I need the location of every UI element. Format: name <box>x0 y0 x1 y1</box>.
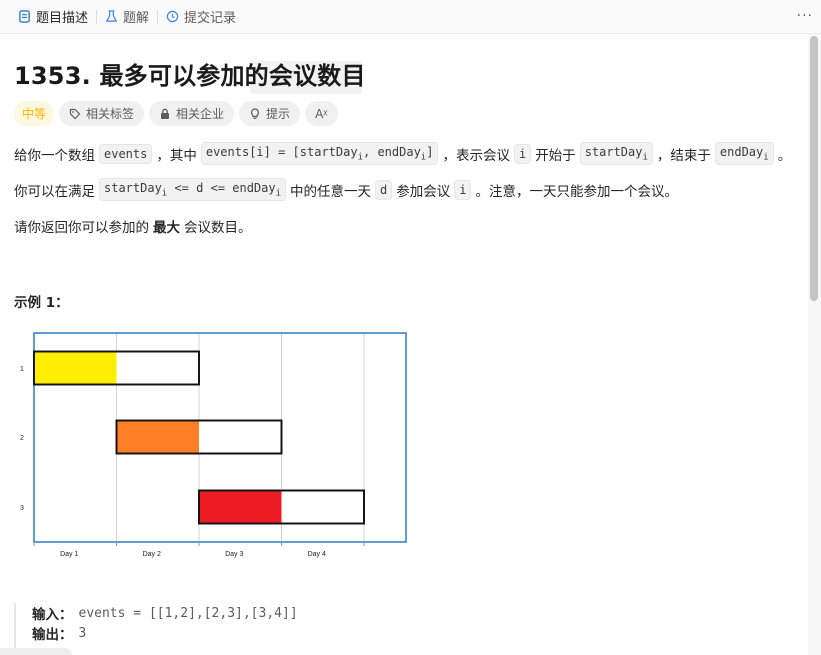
problem-title: 1353. 最多可以参加的会议数目 <box>14 62 366 90</box>
text: ，表示会议 <box>442 147 510 164</box>
code-text: endDay <box>719 145 764 159</box>
tab-submissions-label: 提交记录 <box>184 11 237 26</box>
code-text: d <box>380 182 388 197</box>
scrollbar-thumb[interactable] <box>810 36 818 301</box>
bold-text: 最大 <box>153 220 180 236</box>
code-text: startDay <box>584 145 643 159</box>
description-paragraph-1: 给你一个数组 events ，其中 events[i] = [startDayi… <box>14 142 792 166</box>
history-icon <box>166 10 179 23</box>
text: 请你返回你可以参加的 <box>14 220 149 236</box>
text: 参加会议 <box>396 183 451 200</box>
input-value: events = [[1,2],[2,3],[3,4]] <box>78 605 298 621</box>
inline-code: events[i] = [startDayi, endDayi] <box>200 142 439 166</box>
description-paragraph-3: 请你返回你可以参加的 最大 会议数目。 <box>14 216 252 236</box>
code-text: , endDay <box>363 145 421 159</box>
inline-code: i <box>454 179 472 200</box>
tab-solutions-label: 题解 <box>123 11 150 26</box>
inline-code: startDayi <box>579 142 653 166</box>
x-tick-label: Day 4 <box>308 551 326 558</box>
tab-description-label: 题目描述 <box>36 11 89 26</box>
hint-button[interactable]: 提示 <box>239 101 301 126</box>
attended-day-bar-3 <box>200 491 282 523</box>
meeting-chart: 1 2 3 Day 1 Day 2 Day 3 Day 4 <box>20 332 407 558</box>
attended-day-bar-2 <box>117 421 199 453</box>
code-text: ] <box>426 145 434 159</box>
example-output-line: 输出： 3 <box>32 623 714 644</box>
y-tick-label: 1 <box>20 366 24 373</box>
text: 。 <box>777 147 792 164</box>
lightbulb-icon <box>251 107 260 119</box>
related-tags-button[interactable]: 相关标签 <box>59 101 145 126</box>
code-text: events <box>104 146 148 161</box>
translate-icon: Aᵡ <box>315 106 328 121</box>
output-label: 输出： <box>32 627 73 643</box>
x-tick-label: Day 3 <box>225 551 243 558</box>
text: 给你一个数组 <box>14 147 95 164</box>
example-heading: 示例 1： <box>14 295 69 311</box>
inline-code: events <box>99 143 153 164</box>
output-value: 3 <box>78 625 87 641</box>
code-text: i <box>459 182 467 197</box>
text: 开始于 <box>535 147 576 164</box>
tab-description[interactable]: 题目描述 <box>10 0 96 34</box>
text: 中的任意一天 <box>290 183 372 200</box>
tab-solutions[interactable]: 题解 <box>97 0 157 34</box>
code-text: <= d <= endDay <box>167 181 276 195</box>
inline-code: i <box>513 143 532 164</box>
text: ，结束于 <box>656 147 711 164</box>
scrollbar[interactable] <box>808 34 821 655</box>
attended-day-bar-1 <box>35 352 117 384</box>
more-options-icon[interactable]: ··· <box>797 9 813 23</box>
subscript: i <box>642 152 648 163</box>
bottom-handle <box>0 648 72 655</box>
tab-submissions[interactable]: 提交记录 <box>158 0 244 34</box>
text: ，其中 <box>156 147 197 164</box>
related-tags-label: 相关标签 <box>86 107 135 121</box>
example-input-line: 输入： events = [[1,2],[2,3],[3,4]] <box>32 603 714 624</box>
hint-label: 提示 <box>266 107 291 121</box>
inline-code: startDayi <= d <= endDayi <box>99 178 287 202</box>
code-text: i <box>518 146 527 161</box>
translate-button[interactable]: Aᵡ <box>305 101 338 126</box>
problem-content: 1353. 最多可以参加的会议数目 中等 相关标签 相关企业 提示 Aᵡ 给你一… <box>0 34 808 655</box>
y-tick-label: 3 <box>20 505 24 512</box>
text: 你可以在满足 <box>14 183 95 200</box>
flask-icon <box>105 10 118 22</box>
y-tick-label: 2 <box>20 435 24 442</box>
lock-icon <box>161 108 170 119</box>
example-io-block: 输入： events = [[1,2],[2,3],[3,4]] 输出： 3 <box>14 603 714 655</box>
tag-icon <box>69 108 81 119</box>
difficulty-badge: 中等 <box>14 101 55 126</box>
subscript: i <box>275 188 282 199</box>
code-text: events[i] = [startDay <box>205 145 358 159</box>
input-label: 输入： <box>32 607 73 623</box>
description-paragraph-2: 你可以在满足 startDayi <= d <= endDayi 中的任意一天 … <box>14 178 678 202</box>
x-tick-label: Day 2 <box>143 551 161 558</box>
code-text: startDay <box>104 181 162 195</box>
related-companies-label: 相关企业 <box>176 107 225 121</box>
inline-code: endDayi <box>714 142 774 166</box>
inline-code: d <box>375 179 393 200</box>
x-tick-label: Day 1 <box>60 551 78 558</box>
tab-bar: 题目描述 题解 提交记录 ··· <box>0 0 821 34</box>
subscript: i <box>763 152 769 163</box>
document-icon <box>19 10 30 23</box>
text: 会议数目。 <box>184 220 252 236</box>
tag-row: 中等 相关标签 相关企业 提示 Aᵡ <box>14 101 338 126</box>
text: 。注意，一天只能参加一个会议。 <box>475 183 678 200</box>
related-companies-button[interactable]: 相关企业 <box>149 101 235 126</box>
